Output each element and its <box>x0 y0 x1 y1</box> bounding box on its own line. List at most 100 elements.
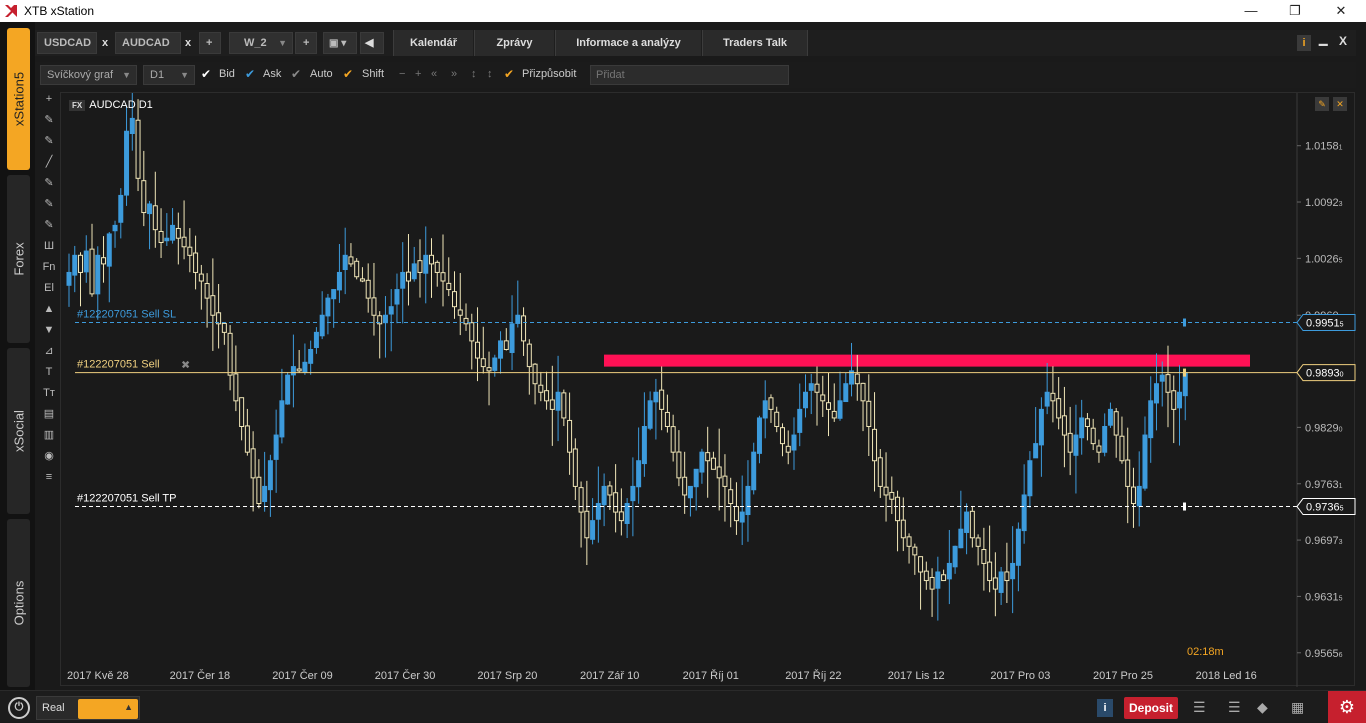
volume-tool-icon[interactable]: ▥ <box>40 426 58 444</box>
ask-toggle-label[interactable]: Ask <box>263 68 281 80</box>
text-size-tool-icon[interactable]: Tт <box>40 384 58 402</box>
crosshair-tool-icon[interactable]: + <box>40 90 58 108</box>
trendline-tool-icon[interactable]: ╱ <box>40 153 58 171</box>
settings-icon[interactable]: ⚙ <box>1328 691 1366 723</box>
candle-body <box>1176 391 1182 409</box>
timeframe-select[interactable]: D1 ▼ <box>143 65 195 85</box>
deposit-button[interactable]: Deposit <box>1124 697 1178 719</box>
info-icon[interactable]: i <box>1297 35 1311 51</box>
back-arrow-button[interactable]: ◀ <box>360 32 384 54</box>
stop-loss-level-label: #122207051 Sell SL <box>77 309 176 321</box>
el-tool-icon[interactable]: El <box>40 279 58 297</box>
candle-body <box>964 511 970 533</box>
customize-check-icon[interactable]: ✔ <box>504 67 514 81</box>
bid-toggle-label[interactable]: Bid <box>219 68 235 80</box>
candle-body <box>774 411 780 428</box>
candle-body <box>1073 434 1079 456</box>
candle-body <box>141 180 147 214</box>
candle-body <box>480 358 486 368</box>
close-order-icon[interactable]: ✖ <box>181 359 190 372</box>
close-tab-audcad-button[interactable]: x <box>180 32 196 54</box>
pen-tool-icon[interactable]: ✎ <box>40 195 58 213</box>
auto-check-icon[interactable]: ✔ <box>291 67 301 81</box>
layout-select[interactable]: ▣ ▾ <box>323 32 357 54</box>
scroll-left-icon[interactable]: « <box>431 68 437 80</box>
workspace-select[interactable]: W_2 ▼ <box>229 32 293 54</box>
tab-traders-talk[interactable]: Traders Talk <box>702 30 808 56</box>
stop-loss-drag-handle[interactable] <box>1183 318 1186 327</box>
close-chart-icon[interactable]: ✕ <box>1333 97 1347 111</box>
candle-body <box>785 445 791 453</box>
sidebar-tab-label: Forex <box>11 242 26 276</box>
customize-toggle-label[interactable]: Přizpůsobit <box>522 68 576 80</box>
take-profit-drag-handle[interactable] <box>1183 502 1186 511</box>
pen-tool-icon[interactable]: ✎ <box>40 111 58 129</box>
arrow-down-tool-icon[interactable]: ▼ <box>40 321 58 339</box>
chart-canvas[interactable]: 1.015811.009231.002650.99600.982900.9763… <box>61 93 1356 687</box>
ask-check-icon[interactable]: ✔ <box>245 67 255 81</box>
chevron-down-icon: ▼ <box>278 38 287 48</box>
scroll-right-icon[interactable]: » <box>451 68 457 80</box>
instrument-tab-label: USDCAD <box>44 37 92 49</box>
account-dropdown[interactable]: ▲ <box>78 699 138 719</box>
pen-tool-icon[interactable]: ✎ <box>40 174 58 192</box>
layers-tool-icon[interactable]: ▤ <box>40 405 58 423</box>
instrument-tab-audcad[interactable]: AUDCAD <box>115 32 181 54</box>
layout-list-icon[interactable]: ☰ <box>1228 699 1241 716</box>
zoom-out-icon[interactable]: − <box>399 68 405 80</box>
instrument-tab-usdcad[interactable]: USDCAD <box>37 32 97 54</box>
candle-body <box>1096 445 1102 453</box>
close-window-button[interactable]: ✕ <box>1318 0 1364 22</box>
tab-kalendar[interactable]: Kalendář <box>393 30 473 56</box>
shift-toggle-label[interactable]: Shift <box>362 68 384 80</box>
shift-check-icon[interactable]: ✔ <box>343 67 353 81</box>
power-icon[interactable]: ⏻ <box>8 697 30 719</box>
tab-informace[interactable]: Informace a analýzy <box>555 30 701 56</box>
zoom-in-icon[interactable]: + <box>415 68 421 80</box>
sidebar-tab-options[interactable]: Options <box>7 519 30 687</box>
text-tool-icon[interactable]: T <box>40 363 58 381</box>
candle-body <box>659 389 665 410</box>
candle-body <box>693 468 699 488</box>
camera-icon[interactable]: ◉ <box>40 447 58 465</box>
candle-body <box>1113 411 1119 436</box>
bid-check-icon[interactable]: ✔ <box>201 67 211 81</box>
close-panel-button[interactable]: X <box>1339 34 1347 48</box>
info-icon[interactable]: i <box>1097 699 1113 717</box>
list-icon[interactable]: ≡ <box>40 468 58 486</box>
close-tab-usdcad-button[interactable]: x <box>97 32 113 54</box>
sidebar-tab-xsocial[interactable]: xSocial <box>7 348 30 514</box>
candle-body <box>895 496 901 522</box>
price-chart[interactable]: 1.015811.009231.002650.99600.982900.9763… <box>60 92 1356 687</box>
entry-drag-handle[interactable] <box>1183 368 1186 377</box>
candle-body <box>929 576 935 590</box>
pen-tool-icon[interactable]: ✎ <box>40 216 58 234</box>
shrink-vertical-icon[interactable]: ↕ <box>487 68 493 80</box>
add-tab-button[interactable]: + <box>199 32 221 54</box>
edit-chart-icon[interactable]: ✎ <box>1315 97 1329 111</box>
candle-body <box>906 536 912 547</box>
expand-vertical-icon[interactable]: ↕ <box>471 68 477 80</box>
candle-body <box>411 263 417 280</box>
tab-zpravy[interactable]: Zprávy <box>474 30 554 56</box>
candle-body <box>1067 432 1073 453</box>
candle-body <box>1004 571 1010 582</box>
auto-toggle-label[interactable]: Auto <box>310 68 333 80</box>
add-workspace-button[interactable]: + <box>295 32 317 54</box>
minimize-button[interactable]: — <box>1228 0 1274 22</box>
sidebar-tab-xstation5[interactable]: xStation5 <box>7 28 30 170</box>
layout-split-icon[interactable]: ☰ <box>1193 699 1206 716</box>
shape-tool-icon[interactable]: ⊿ <box>40 342 58 360</box>
tag-icon[interactable]: ◆ <box>1257 699 1268 716</box>
fn-tool-icon[interactable]: Fn <box>40 258 58 276</box>
calendar-icon[interactable]: ▦ <box>1291 699 1304 716</box>
arrow-up-tool-icon[interactable]: ▲ <box>40 300 58 318</box>
fibonacci-tool-icon[interactable]: Ш <box>40 237 58 255</box>
minimize-panel-button[interactable]: ▁ <box>1319 33 1327 46</box>
sidebar-tab-forex[interactable]: Forex <box>7 175 30 343</box>
drawing-toolbar: + ✎ ✎ ╱ ✎ ✎ ✎ Ш Fn El ▲ ▼ ⊿ T Tт ▤ ▥ ◉ ≡ <box>37 90 59 490</box>
pen-tool-icon[interactable]: ✎ <box>40 132 58 150</box>
chart-type-select[interactable]: Svíčkový graf ▼ <box>40 65 137 85</box>
maximize-button[interactable]: ❐ <box>1272 0 1318 22</box>
add-indicator-input[interactable] <box>590 65 789 85</box>
